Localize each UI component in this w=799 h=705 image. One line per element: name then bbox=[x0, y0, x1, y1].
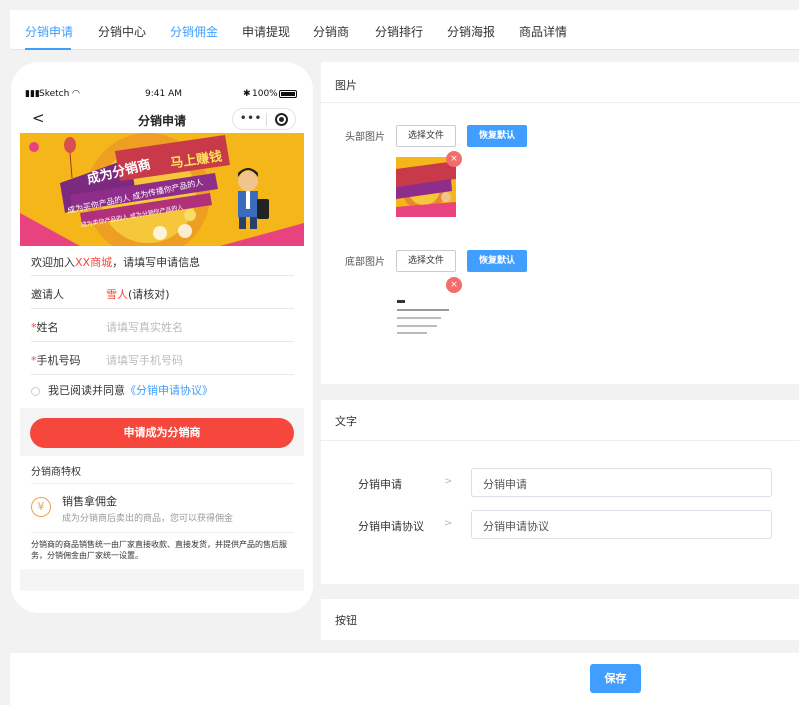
chevron-right-icon: > bbox=[444, 518, 453, 529]
name-label: *姓名 bbox=[31, 321, 59, 334]
divider bbox=[321, 440, 799, 441]
divider bbox=[31, 532, 294, 533]
inviter-label: 邀请人 bbox=[31, 288, 64, 301]
name-input[interactable]: 请填写真实姓名 bbox=[106, 319, 183, 335]
privilege-name: 销售拿佣金 bbox=[62, 495, 117, 508]
name-row: *姓名 请填写真实姓名 bbox=[31, 309, 294, 342]
carrier-label: Sketch bbox=[39, 89, 70, 99]
active-tab-indicator bbox=[25, 48, 71, 50]
footer-bar: 保存 bbox=[10, 653, 799, 705]
chevron-right-icon: > bbox=[444, 476, 453, 487]
close-miniprogram-icon[interactable] bbox=[275, 113, 288, 126]
phone-input[interactable]: 请填写手机号码 bbox=[106, 352, 183, 368]
agree-text: 我已阅读并同意 bbox=[48, 384, 125, 397]
phone-row: *手机号码 请填写手机号码 bbox=[31, 342, 294, 375]
phone-screen: ▮▮▮ Sketch ◠ 9:41 AM ✱ 100% < 分销申请 ••• 成… bbox=[20, 83, 304, 591]
more-icon[interactable]: ••• bbox=[240, 113, 262, 124]
bluetooth-icon: ✱ bbox=[243, 89, 251, 99]
header-thumb-art bbox=[396, 161, 456, 217]
battery-icon bbox=[279, 90, 297, 98]
tab-apply[interactable]: 分销申请 bbox=[25, 23, 73, 40]
yen-icon: ¥ bbox=[31, 497, 51, 517]
tab-withdraw[interactable]: 申请提现 bbox=[242, 23, 290, 40]
welcome-text: 欢迎加入XX商城，请填写申请信息 bbox=[31, 256, 201, 269]
button-section-title: 按钮 bbox=[335, 614, 357, 627]
capsule-divider bbox=[266, 113, 267, 126]
tab-ranking[interactable]: 分销排行 bbox=[375, 23, 423, 40]
apply-text-input[interactable]: 分销申请 bbox=[471, 468, 772, 497]
footer-image-label: 底部图片 bbox=[345, 257, 385, 268]
footer-choose-file-button[interactable]: 选择文件 bbox=[396, 250, 456, 272]
tab-distributors[interactable]: 分销商 bbox=[313, 23, 349, 40]
header-choose-file-button[interactable]: 选择文件 bbox=[396, 125, 456, 147]
footer-image-thumbnail bbox=[396, 284, 456, 344]
apply-distributor-button[interactable]: 申请成为分销商 bbox=[30, 418, 294, 448]
divider bbox=[321, 102, 799, 103]
image-settings-card: 图片 头部图片 选择文件 恢复默认 × 底部图片 选择文件 恢复默认 × bbox=[321, 62, 799, 384]
save-button[interactable]: 保存 bbox=[590, 664, 641, 693]
header-banner: 成为分销商 马上赚钱 成为买你产品的人 成为传播你产品的人 成为卖你产品的人 成… bbox=[20, 133, 304, 246]
inviter-row: 邀请人 雪人(请核对) bbox=[31, 276, 294, 309]
status-time: 9:41 AM bbox=[145, 89, 182, 99]
tab-product-detail[interactable]: 商品详情 bbox=[519, 23, 567, 40]
wifi-icon: ◠ bbox=[72, 89, 80, 99]
agree-radio[interactable] bbox=[31, 386, 40, 396]
divider bbox=[31, 483, 294, 484]
header-reset-default-button[interactable]: 恢复默认 bbox=[467, 125, 527, 147]
agreement-text-input[interactable]: 分销申请协议 bbox=[471, 510, 772, 539]
phone-label: *手机号码 bbox=[31, 354, 81, 367]
agreement-row[interactable]: 我已阅读并同意《分销申请协议》 bbox=[31, 382, 213, 398]
agreement-link[interactable]: 《分销申请协议》 bbox=[125, 384, 213, 397]
privilege-section: 分销商特权 ¥ 销售拿佣金 成为分销商后卖出的商品，您可以获得佣金 分销商的商品… bbox=[20, 456, 304, 569]
apply-text-label: 分销申请 bbox=[358, 478, 402, 491]
remove-header-image-button[interactable]: × bbox=[446, 151, 462, 167]
privilege-desc: 成为分销商后卖出的商品，您可以获得佣金 bbox=[62, 514, 234, 524]
inviter-value: 雪人(请核对) bbox=[106, 288, 170, 301]
footer-thumb-art bbox=[397, 300, 449, 334]
phone-preview: ▮▮▮ Sketch ◠ 9:41 AM ✱ 100% < 分销申请 ••• 成… bbox=[11, 62, 313, 613]
top-tab-bar: 分销申请 分销中心 分销佣金 申请提现 分销商 分销排行 分销海报 商品详情 bbox=[10, 10, 799, 50]
text-settings-card: 文字 分销申请 > 分销申请 分销申请协议 > 分销申请协议 bbox=[321, 400, 799, 584]
remove-footer-image-button[interactable]: × bbox=[446, 277, 462, 293]
signal-icon: ▮▮▮ bbox=[25, 89, 40, 99]
status-bar: ▮▮▮ Sketch ◠ 9:41 AM ✱ 100% bbox=[20, 83, 304, 105]
battery-percent: 100% bbox=[252, 89, 278, 99]
phone-nav-bar: < 分销申请 ••• bbox=[20, 105, 304, 133]
mini-program-capsule[interactable]: ••• bbox=[232, 108, 296, 130]
footer-reset-default-button[interactable]: 恢复默认 bbox=[467, 250, 527, 272]
tab-center[interactable]: 分销中心 bbox=[98, 23, 146, 40]
agreement-text-label: 分销申请协议 bbox=[358, 520, 424, 533]
header-image-thumbnail bbox=[396, 157, 456, 217]
button-settings-card: 按钮 bbox=[321, 599, 799, 640]
privilege-title: 分销商特权 bbox=[31, 467, 81, 478]
apply-form: 欢迎加入XX商城，请填写申请信息 邀请人 雪人(请核对) *姓名 请填写真实姓名… bbox=[20, 246, 304, 408]
image-section-title: 图片 bbox=[335, 79, 357, 92]
tab-commission[interactable]: 分销佣金 bbox=[170, 23, 218, 40]
welcome-row: 欢迎加入XX商城，请填写申请信息 bbox=[31, 246, 294, 276]
tab-poster[interactable]: 分销海报 bbox=[447, 23, 495, 40]
privilege-note: 分销商的商品销售统一由厂家直接收款、直接发货，并提供产品的售后服务，分销佣金由厂… bbox=[31, 540, 287, 560]
header-image-label: 头部图片 bbox=[345, 132, 385, 143]
text-section-title: 文字 bbox=[335, 415, 357, 428]
